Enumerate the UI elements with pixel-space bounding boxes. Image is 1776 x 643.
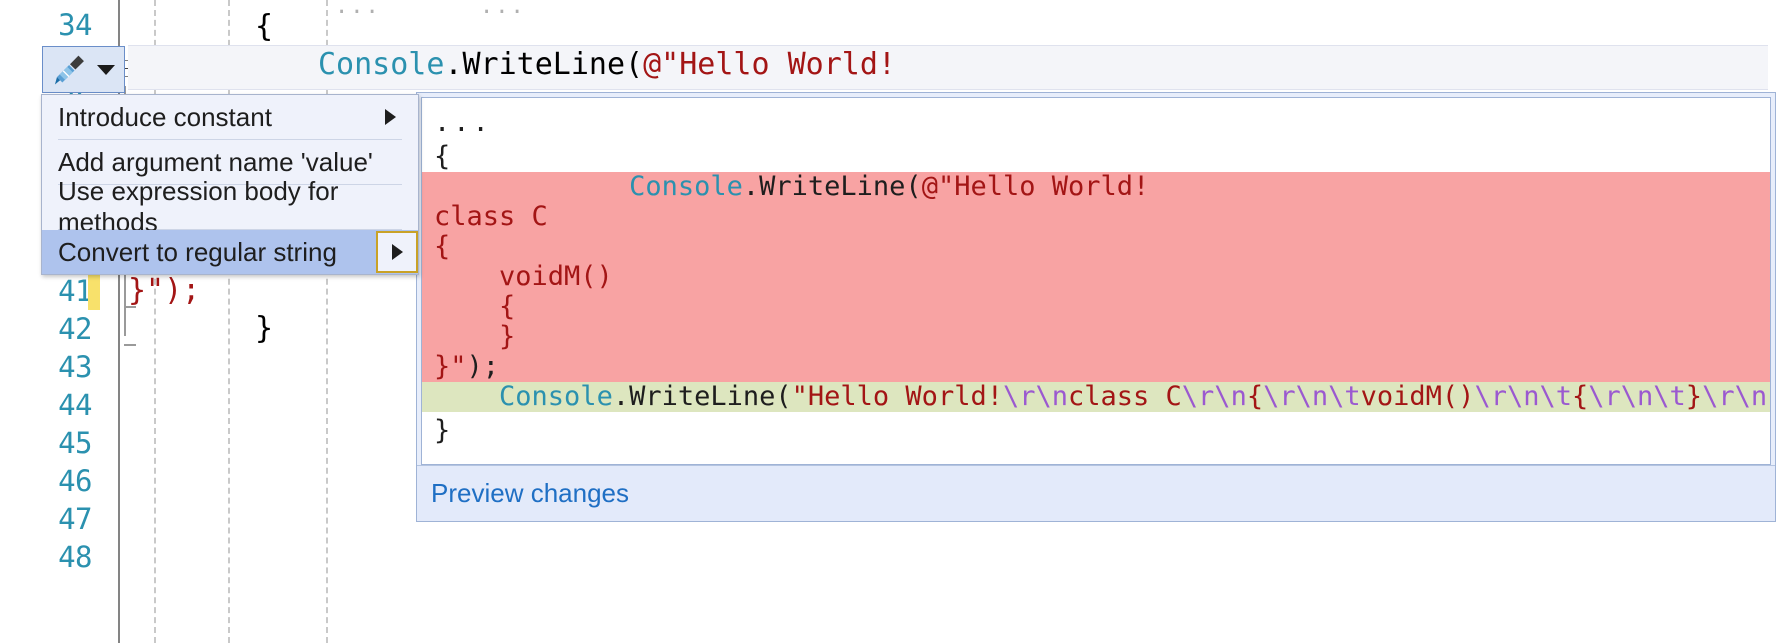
menu-item-label: Add argument name 'value' — [58, 147, 373, 178]
line-number: 46 — [0, 462, 92, 500]
menu-item-label: Use expression body for methods — [58, 176, 418, 238]
preview-line-context: ... — [422, 108, 1770, 138]
screwdriver-icon — [52, 52, 88, 88]
code-token-string: { — [434, 291, 515, 322]
preview-changes-link[interactable]: Preview changes — [431, 478, 629, 509]
code-token-escape: \r\n — [1702, 381, 1767, 412]
line-number: 42 — [0, 310, 92, 348]
code-token-string: { — [1572, 381, 1588, 412]
code-token-string: { — [1247, 381, 1263, 412]
change-indicator-bar — [88, 272, 100, 310]
code-text: } — [434, 415, 450, 446]
ellipsis-text: ... — [434, 449, 492, 465]
code-line-34: { — [255, 8, 273, 46]
diff-preview-pane: ... { Console.WriteLine(@"Hello World! c… — [421, 97, 1771, 465]
code-token-string: class C — [1068, 381, 1182, 412]
code-token-escape: \r\n — [1182, 381, 1247, 412]
code-token-string: class C — [434, 201, 548, 232]
preview-line-removed: Console.WriteLine(@"Hello World! — [422, 172, 1770, 202]
preview-line-removed: voidM() — [422, 262, 1770, 292]
line-number: 34 — [0, 6, 92, 44]
line-number: 45 — [0, 424, 92, 462]
collapsed-region-ellipsis: ... — [480, 0, 526, 19]
menu-item-introduce-constant[interactable]: Introduce constant — [42, 95, 418, 139]
code-line-41: }"); — [128, 272, 200, 310]
menu-item-label: Introduce constant — [58, 102, 272, 133]
code-token-type: Console — [318, 47, 444, 82]
code-token-string: @"Hello World! — [922, 171, 1150, 202]
line-number: 41 — [0, 272, 92, 310]
code-text — [434, 381, 499, 412]
line-number: 44 — [0, 386, 92, 424]
preview-footer: Preview changes — [417, 465, 1775, 521]
code-token-escape: \r\n\t — [1263, 381, 1361, 412]
ellipsis-text: ... — [434, 107, 492, 138]
preview-line-context: { — [422, 142, 1770, 172]
code-token-escape: \r\n\t — [1588, 381, 1686, 412]
code-line-35: Console.WriteLine(@"Hello World! — [318, 46, 896, 84]
code-token-string: }" — [434, 351, 467, 382]
preview-line-context: } — [422, 416, 1770, 446]
code-token-string: } — [434, 321, 515, 352]
chevron-right-icon — [385, 109, 396, 125]
code-token-string: voidM() — [1361, 381, 1475, 412]
code-line-42: } — [255, 310, 273, 348]
preview-line-removed: class C — [422, 202, 1770, 232]
chevron-right-icon — [392, 244, 403, 260]
collapsed-region-ellipsis: ... — [335, 0, 381, 19]
preview-line-context: ... — [422, 450, 1770, 465]
preview-line-added: Console.WriteLine("Hello World!\r\nclass… — [422, 382, 1770, 412]
code-token-string: "Hello World! — [792, 381, 1003, 412]
preview-line-removed: }"); — [422, 352, 1770, 382]
code-text: ); — [467, 351, 500, 382]
code-text — [434, 171, 629, 202]
preview-line-removed: { — [422, 292, 1770, 322]
quick-actions-button[interactable] — [42, 46, 125, 93]
code-token-string: @"Hello World! — [643, 47, 896, 82]
quick-actions-context-menu[interactable]: Introduce constant Add argument name 'va… — [41, 94, 419, 275]
code-token-member: .WriteLine( — [444, 47, 643, 82]
submenu-expander-button[interactable] — [376, 231, 418, 273]
code-token-string: }" — [1767, 381, 1771, 412]
code-text: { — [434, 141, 450, 172]
code-token-type: Console — [629, 171, 743, 202]
line-number: 48 — [0, 538, 92, 576]
code-token-string: } — [1686, 381, 1702, 412]
code-token-string: { — [434, 231, 450, 262]
code-token-type: Console — [499, 381, 613, 412]
code-token-member: .WriteLine( — [613, 381, 792, 412]
preview-line-removed: } — [422, 322, 1770, 352]
line-number: 47 — [0, 500, 92, 538]
code-token-escape: \r\n — [1003, 381, 1068, 412]
preview-line-removed: { — [422, 232, 1770, 262]
code-token-string: voidM() — [434, 261, 613, 292]
code-token-member: .WriteLine( — [743, 171, 922, 202]
outlining-tick — [124, 344, 136, 346]
menu-item-use-expression-body[interactable]: Use expression body for methods — [42, 185, 418, 229]
code-token-escape: \r\n\t — [1474, 381, 1572, 412]
preview-flyout: ... { Console.WriteLine(@"Hello World! c… — [416, 92, 1776, 522]
chevron-down-icon[interactable] — [97, 65, 115, 75]
menu-item-convert-to-regular-string[interactable]: Convert to regular string — [42, 230, 418, 274]
menu-item-label: Convert to regular string — [58, 237, 337, 268]
line-number: 43 — [0, 348, 92, 386]
